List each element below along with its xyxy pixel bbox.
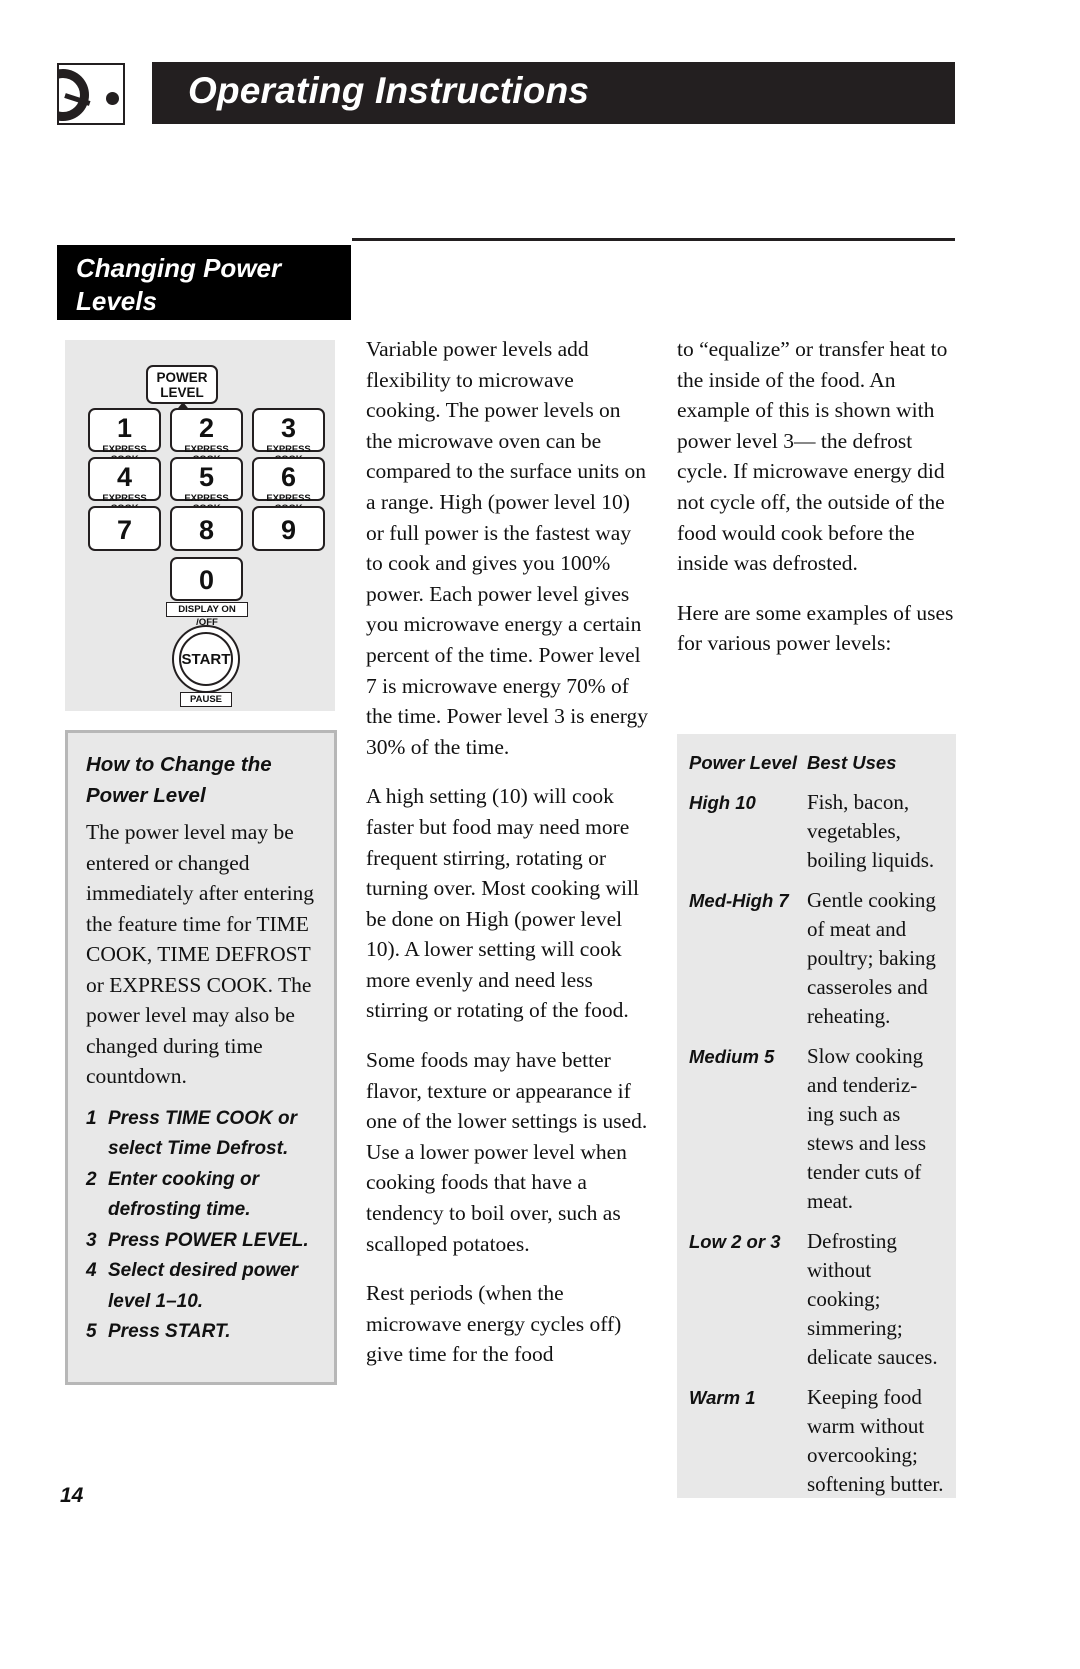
middle-paragraph-1: Variable power levels add flexibility to… — [366, 337, 649, 759]
header-banner: Operating Instructions — [152, 62, 955, 124]
how-to-step-3-text: Press POWER LEVEL. — [108, 1229, 309, 1251]
table-row-4-level: Low 2 or 3 — [689, 1231, 781, 1252]
right-paragraph-1: to “equalize” or transfer heat to the in… — [677, 337, 948, 576]
table-row-4-uses: Defrosting without cooking; simmering; d… — [807, 1229, 938, 1369]
right-paragraph-2: Here are some examples of uses for vario… — [677, 600, 954, 656]
keypad-key-2[interactable]: 2 EXPRESS COOK — [170, 408, 243, 464]
table-row: High 10 Fish, bacon, vegetables, boiling… — [689, 788, 944, 875]
middle-paragraph-4: Rest periods (when the microwave energy … — [366, 1281, 622, 1367]
power-level-key[interactable]: POWER LEVEL — [146, 365, 218, 404]
keypad-key-0[interactable]: 0 — [170, 557, 243, 601]
keypad-key-6[interactable]: 6 EXPRESS COOK — [252, 457, 325, 513]
section-divider-rule — [352, 238, 955, 241]
page-number: 14 — [60, 1484, 84, 1507]
how-to-change-power-level-box: How to Change the Power Level The power … — [65, 730, 337, 1385]
keypad-key-6-number: 6 — [280, 462, 297, 492]
keypad-key-5[interactable]: 5 EXPRESS COOK — [170, 457, 243, 513]
keypad-key-2-number: 2 — [198, 413, 215, 443]
how-to-box-steps: 1 Press TIME COOK or select Time Defrost… — [86, 1104, 316, 1348]
keypad-key-4-number: 4 — [116, 462, 133, 492]
keypad-key-9-number: 9 — [280, 515, 297, 545]
pause-label: PAUSE — [180, 692, 232, 707]
table-header-best-uses: Best Uses — [807, 752, 897, 773]
how-to-step-3-number: 3 — [86, 1229, 97, 1251]
table-row-1-level: High 10 — [689, 792, 756, 813]
table-row: Medium 5 Slow cooking and tenderiz- ing … — [689, 1042, 944, 1216]
page-title: Operating Instructions — [188, 70, 590, 111]
microwave-dial-icon — [57, 63, 125, 125]
power-level-best-uses-table: Power Level Best Uses High 10 Fish, baco… — [677, 734, 956, 1498]
how-to-box-title-line-1: How to Change the — [86, 753, 272, 776]
how-to-step-5-text: Press START. — [108, 1321, 231, 1342]
how-to-step-1-number: 1 — [86, 1107, 97, 1129]
section-title-line-1: Changing Power — [76, 253, 282, 283]
keypad-key-7[interactable]: 7 — [88, 506, 161, 551]
how-to-step-5: 5 Press START. — [86, 1317, 316, 1348]
table-header-power-level: Power Level — [689, 752, 797, 773]
table-row-5-uses: Keeping food warm without overcooking; s… — [807, 1385, 944, 1496]
keypad-key-5-number: 5 — [198, 462, 215, 492]
power-level-key-line-2: LEVEL — [160, 384, 204, 400]
keypad-key-1-number: 1 — [116, 413, 133, 443]
how-to-step-2-number: 2 — [86, 1168, 97, 1190]
table-row-1-uses: Fish, bacon, vegetables, boiling liquids… — [807, 790, 935, 872]
keypad-key-9[interactable]: 9 — [252, 506, 325, 551]
page-header: Operating Instructions — [0, 0, 1080, 200]
how-to-box-body: The power level may be entered or change… — [86, 820, 315, 1088]
how-to-step-2: 2 Enter cooking or defrosting time. — [86, 1165, 316, 1226]
how-to-step-1: 1 Press TIME COOK or select Time Defrost… — [86, 1104, 316, 1165]
keypad-key-8[interactable]: 8 — [170, 506, 243, 551]
section-title-line-2: Levels — [76, 286, 157, 316]
display-on-off-label: DISPLAY ON /OFF — [166, 602, 248, 628]
table-header-row: Power Level Best Uses — [689, 748, 944, 777]
how-to-step-3: 3 Press POWER LEVEL. — [86, 1226, 316, 1257]
table-row: Med-High 7 Gentle cooking of meat and po… — [689, 886, 944, 1031]
how-to-step-5-number: 5 — [86, 1321, 97, 1342]
right-text-column: to “equalize” or transfer heat to the in… — [677, 334, 962, 659]
how-to-box-title-line-2: Power Level — [86, 784, 206, 807]
table-row-3-uses: Slow cooking and tenderiz- ing such as s… — [807, 1044, 926, 1213]
middle-paragraph-2: A high setting (10) will cook faster but… — [366, 784, 639, 1023]
table-row-2-level: Med-High 7 — [689, 890, 789, 911]
start-button-label: START — [179, 632, 233, 686]
table-row-5-level: Warm 1 — [689, 1387, 756, 1408]
keypad-key-0-number: 0 — [198, 565, 215, 595]
keypad-key-1[interactable]: 1 EXPRESS COOK — [88, 408, 161, 464]
middle-text-column: Variable power levels add flexibility to… — [366, 334, 651, 1370]
table-row: Warm 1 Keeping food warm without overcoo… — [689, 1383, 944, 1499]
keypad-key-3-number: 3 — [280, 413, 297, 443]
table-row: Low 2 or 3 Defrosting without cooking; s… — [689, 1227, 944, 1372]
table-row-2-uses: Gentle cooking of meat and poultry; baki… — [807, 888, 936, 1028]
keypad-key-8-number: 8 — [198, 515, 215, 545]
start-button[interactable]: START — [172, 625, 240, 693]
keypad-key-3[interactable]: 3 EXPRESS COOK — [252, 408, 325, 464]
how-to-step-4-number: 4 — [86, 1260, 97, 1281]
section-title-block: Changing Power Levels — [57, 245, 351, 320]
middle-paragraph-3: Some foods may have better flavor, textu… — [366, 1048, 648, 1256]
how-to-step-2-text: Enter cooking or defrosting time. — [108, 1168, 259, 1221]
how-to-step-4-text: Select desired power level 1–10. — [108, 1260, 299, 1312]
how-to-step-1-text: Press TIME COOK or select Time Defrost. — [108, 1107, 297, 1160]
how-to-step-4: 4 Select desired power level 1–10. — [86, 1256, 316, 1317]
table-row-3-level: Medium 5 — [689, 1046, 775, 1067]
dial-dot — [106, 92, 119, 105]
keypad-key-7-number: 7 — [116, 515, 133, 545]
keypad-key-4[interactable]: 4 EXPRESS COOK — [88, 457, 161, 513]
how-to-box-title: How to Change the Power Level — [86, 749, 316, 811]
keypad-diagram: POWER LEVEL 1 EXPRESS COOK 2 EXPRESS COO… — [65, 340, 335, 711]
power-level-key-line-1: POWER — [156, 369, 208, 385]
